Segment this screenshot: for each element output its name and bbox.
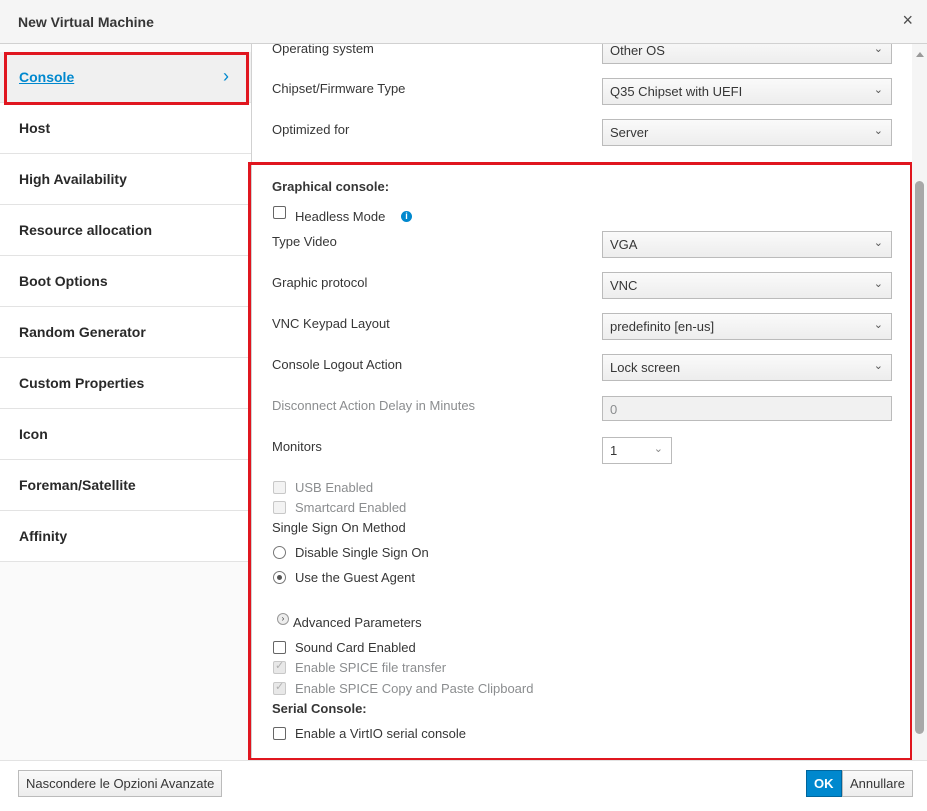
headless-mode-checkbox[interactable] xyxy=(273,206,286,219)
spice-file-transfer-label: Enable SPICE file transfer xyxy=(295,660,447,675)
sidebar-item-label: Console xyxy=(19,69,75,85)
chevron-down-icon: ⌄ xyxy=(873,319,883,331)
vertical-scrollbar[interactable] xyxy=(912,44,927,760)
sidebar-item-host[interactable]: Host xyxy=(0,103,251,154)
sso-disable-label: Disable Single Sign On xyxy=(295,545,429,560)
sso-method-label: Single Sign On Method xyxy=(272,520,406,535)
sidebar-item-label: Boot Options xyxy=(19,273,108,289)
logout-action-label: Console Logout Action xyxy=(272,357,403,372)
expand-icon[interactable]: › xyxy=(277,613,289,625)
usb-enabled-checkbox xyxy=(273,481,286,494)
smartcard-enabled-checkbox xyxy=(273,501,286,514)
spice-clipboard-label: Enable SPICE Copy and Paste Clipboard xyxy=(295,681,534,696)
vnc-keyboard-layout-label: VNC Keypad Layout xyxy=(272,316,390,331)
sidebar-item-label: High Availability xyxy=(19,171,127,187)
optimized-for-select[interactable]: Server ⌄ xyxy=(602,119,892,146)
sidebar-item-foreman-satellite[interactable]: Foreman/Satellite xyxy=(0,460,251,511)
advanced-parameters-toggle[interactable]: Advanced Parameters xyxy=(293,615,422,630)
sidebar-item-resource-allocation[interactable]: Resource allocation xyxy=(0,205,251,256)
sidebar-item-label: Foreman/Satellite xyxy=(19,477,136,493)
select-value: 1 xyxy=(610,443,618,458)
chevron-down-icon: ⌄ xyxy=(873,237,883,249)
spice-clipboard-checkbox xyxy=(273,680,286,695)
virtio-serial-label: Enable a VirtIO serial console xyxy=(295,726,467,741)
headless-mode-label: Headless Mode xyxy=(295,209,386,224)
logout-action-select[interactable]: Lock screen ⌄ xyxy=(602,354,892,381)
select-value: predefinito [en-us] xyxy=(610,319,715,334)
sidebar-item-boot-options[interactable]: Boot Options xyxy=(0,256,251,307)
video-type-select[interactable]: VGA ⌄ xyxy=(602,231,892,258)
monitors-select[interactable]: 1 ⌄ xyxy=(602,437,672,464)
virtio-serial-checkbox[interactable] xyxy=(273,727,286,740)
sidebar-item-icon[interactable]: Icon xyxy=(0,409,251,460)
sidebar-item-label: Icon xyxy=(19,426,48,442)
video-type-label: Type Video xyxy=(272,234,337,249)
monitors-label: Monitors xyxy=(272,439,322,454)
graphic-protocol-label: Graphic protocol xyxy=(272,275,368,290)
sidebar-item-label: Custom Properties xyxy=(19,375,145,391)
chevron-down-icon: ⌄ xyxy=(873,44,883,55)
chevron-down-icon: ⌄ xyxy=(873,125,883,137)
sso-guest-agent-label: Use the Guest Agent xyxy=(295,570,415,585)
chevron-down-icon: ⌄ xyxy=(873,84,883,96)
graphic-protocol-select[interactable]: VNC ⌄ xyxy=(602,272,892,299)
sidebar-item-label: Host xyxy=(19,120,51,136)
chevron-down-icon: ⌄ xyxy=(653,443,663,455)
smartcard-enabled-label: Smartcard Enabled xyxy=(295,500,407,515)
select-value: Lock screen xyxy=(610,360,681,375)
disconnect-delay-input: 0 xyxy=(602,396,892,421)
sidebar-item-label: Affinity xyxy=(19,528,68,544)
sidebar-item-label: Random Generator xyxy=(19,324,146,340)
sidebar-item-label: Resource allocation xyxy=(19,222,153,238)
chevron-right-icon: › xyxy=(223,66,229,86)
select-value: VGA xyxy=(610,237,638,252)
select-value: Q35 Chipset with UEFI xyxy=(610,84,743,99)
main-panel: Operating system Other OS ⌄ Chipset/Firm… xyxy=(252,44,912,760)
input-value: 0 xyxy=(610,402,618,417)
sidebar-item-affinity[interactable]: Affinity xyxy=(0,511,251,562)
sso-guest-agent-radio[interactable] xyxy=(273,571,286,584)
dialog-titlebar: New Virtual Machine × xyxy=(0,0,927,44)
chevron-down-icon: ⌄ xyxy=(873,278,883,290)
sidebar-item-console[interactable]: Console › xyxy=(0,52,251,103)
ok-button[interactable]: OK xyxy=(806,770,842,797)
dialog-footer: Nascondere le Opzioni Avanzate OK Annull… xyxy=(0,760,927,811)
sidebar-item-random-generator[interactable]: Random Generator xyxy=(0,307,251,358)
sound-card-checkbox[interactable] xyxy=(273,641,286,654)
select-value: VNC xyxy=(610,278,638,293)
spice-file-transfer-checkbox xyxy=(273,659,286,674)
close-icon[interactable]: × xyxy=(902,10,913,30)
sidebar-item-custom-properties[interactable]: Custom Properties xyxy=(0,358,251,409)
scrollbar-thumb[interactable] xyxy=(915,181,924,734)
serial-console-title: Serial Console: xyxy=(272,701,367,716)
info-icon[interactable]: i xyxy=(401,211,412,222)
chipset-select[interactable]: Q35 Chipset with UEFI ⌄ xyxy=(602,78,892,105)
sidebar-item-high-availability[interactable]: High Availability xyxy=(0,154,251,205)
cancel-button[interactable]: Annullare xyxy=(842,770,913,797)
sso-disable-radio[interactable] xyxy=(273,546,286,559)
graphical-console-title: Graphical console: xyxy=(272,179,390,194)
scroll-up-icon[interactable] xyxy=(916,52,924,57)
chevron-down-icon: ⌄ xyxy=(873,360,883,372)
vnc-keyboard-layout-select[interactable]: predefinito [en-us] ⌄ xyxy=(602,313,892,340)
dialog-title: New Virtual Machine xyxy=(18,14,154,30)
chipset-label: Chipset/Firmware Type xyxy=(272,81,406,96)
sidebar: Console › Host High Availability Resourc… xyxy=(0,44,252,760)
optimized-for-label: Optimized for xyxy=(272,122,350,137)
operating-system-select[interactable]: Other OS ⌄ xyxy=(602,44,892,64)
disconnect-delay-label: Disconnect Action Delay in Minutes xyxy=(272,398,476,413)
select-value: Server xyxy=(610,125,649,140)
hide-advanced-options-button[interactable]: Nascondere le Opzioni Avanzate xyxy=(18,770,223,797)
sound-card-label: Sound Card Enabled xyxy=(295,640,416,655)
usb-enabled-label: USB Enabled xyxy=(295,480,374,495)
operating-system-label: Operating system xyxy=(272,44,374,56)
select-value: Other OS xyxy=(610,44,665,58)
